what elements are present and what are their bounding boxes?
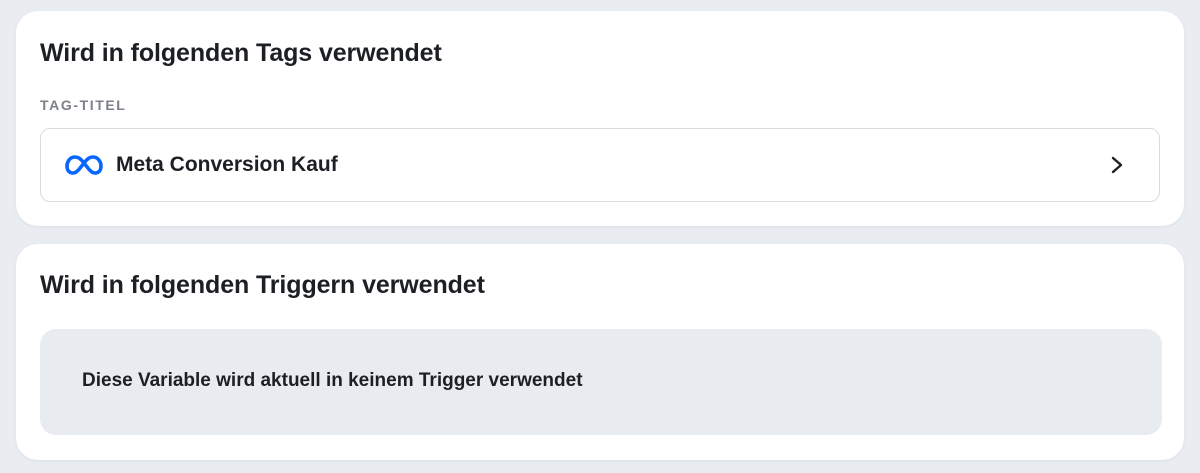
chevron-right-icon — [1111, 156, 1123, 174]
triggers-card-title: Wird in folgenden Triggern verwendet — [40, 271, 485, 299]
triggers-usage-card: Wird in folgenden Triggern verwendet Die… — [16, 244, 1184, 460]
tag-row-meta-conversion-kauf[interactable]: Meta Conversion Kauf — [40, 128, 1160, 202]
tags-usage-card: Wird in folgenden Tags verwendet TAG-TIT… — [16, 11, 1184, 226]
empty-state-box: Diese Variable wird aktuell in keinem Tr… — [40, 329, 1162, 435]
tags-card-title: Wird in folgenden Tags verwendet — [40, 39, 442, 67]
empty-state-message: Diese Variable wird aktuell in keinem Tr… — [82, 370, 583, 391]
tag-row-label: Meta Conversion Kauf — [116, 153, 338, 176]
meta-logo-icon — [65, 155, 103, 175]
tag-title-column-label: TAG-TITEL — [40, 97, 127, 113]
